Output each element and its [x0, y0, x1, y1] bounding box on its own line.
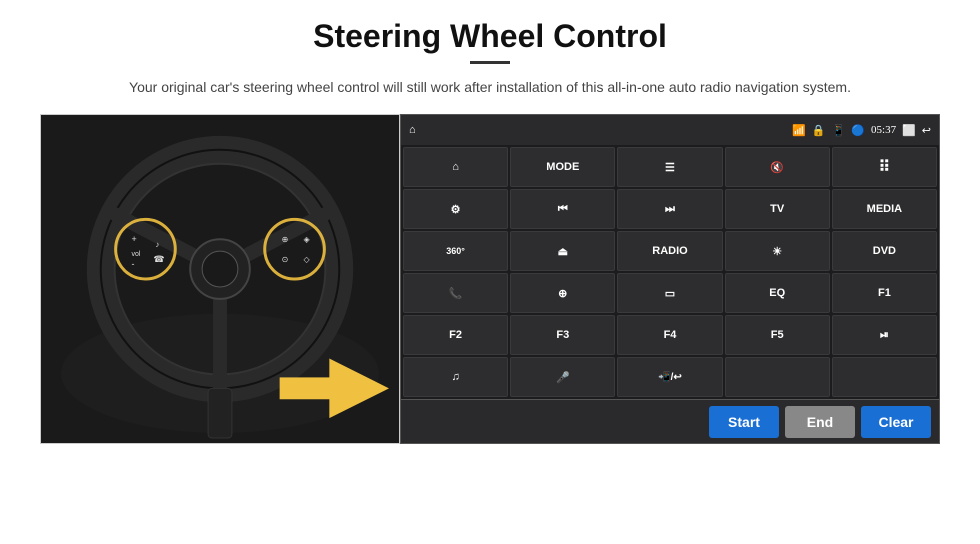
- phone-icon: 📞: [449, 287, 463, 300]
- page-title: Steering Wheel Control: [313, 18, 667, 55]
- cam360-icon: 360°: [446, 246, 465, 256]
- apps-icon: ⠿: [879, 157, 891, 177]
- eject-icon: ⏏: [558, 245, 568, 258]
- f3-button[interactable]: F3: [510, 315, 615, 355]
- svg-text:+: +: [132, 235, 137, 245]
- f1-button[interactable]: F1: [832, 273, 937, 313]
- settings-button[interactable]: ⚙: [403, 189, 508, 229]
- button-grid: ⌂ MODE ☰ 🔇 ⠿ ⚙ ⏮ ⏭ TV MEDIA 360° ⏏ RADIO…: [401, 145, 939, 399]
- apps-button[interactable]: ⠿: [832, 147, 937, 187]
- callhangup-icon: 📲/↩: [658, 372, 682, 383]
- status-bar: ⌂ 📶 🔒 📱 🔵 05:37 ⬜ ↩: [401, 115, 939, 145]
- time-display: 05:37: [871, 124, 896, 136]
- f4-button[interactable]: F4: [617, 315, 722, 355]
- clear-button[interactable]: Clear: [861, 406, 931, 438]
- lock-status-icon: 🔒: [812, 124, 826, 137]
- explore-icon: ⊕: [558, 287, 567, 300]
- list-icon: ☰: [665, 161, 675, 174]
- home-button[interactable]: ⌂: [403, 147, 508, 187]
- music-button[interactable]: ♫: [403, 357, 508, 397]
- brightness-icon: ☀: [772, 245, 782, 258]
- screen-icon2: ▭: [665, 287, 675, 300]
- home-icon: ⌂: [452, 161, 459, 173]
- mute-icon: 🔇: [770, 161, 784, 174]
- prev-button[interactable]: ⏮: [510, 189, 615, 229]
- list-button[interactable]: ☰: [617, 147, 722, 187]
- mic-button[interactable]: 🎤: [510, 357, 615, 397]
- screen-icon: ⬜: [902, 124, 916, 137]
- next-button[interactable]: ⏭: [617, 189, 722, 229]
- steering-wheel-svg: + vol ♪ - ☎ ⊕ ◈ ⊙ ◇: [41, 115, 399, 443]
- svg-text:◇: ◇: [303, 255, 310, 264]
- callhangup-button[interactable]: 📲/↩: [617, 357, 722, 397]
- empty-2: [832, 357, 937, 397]
- control-panel: ⌂ 📶 🔒 📱 🔵 05:37 ⬜ ↩ ⌂ MODE ☰ 🔇: [400, 114, 940, 444]
- eq-button[interactable]: EQ: [725, 273, 830, 313]
- wifi-status-icon: 📶: [792, 124, 806, 137]
- svg-text:vol: vol: [132, 252, 141, 259]
- action-bar: Start End Clear: [401, 399, 939, 443]
- sim-status-icon: 📱: [832, 124, 846, 137]
- brightness-button[interactable]: ☀: [725, 231, 830, 271]
- phone-button[interactable]: 📞: [403, 273, 508, 313]
- dvd-button[interactable]: DVD: [832, 231, 937, 271]
- next-icon: ⏭: [665, 203, 675, 216]
- page-wrapper: Steering Wheel Control Your original car…: [0, 0, 980, 544]
- f5-button[interactable]: F5: [725, 315, 830, 355]
- page-subtitle: Your original car's steering wheel contr…: [129, 76, 851, 98]
- settings-icon: ⚙: [451, 203, 461, 216]
- svg-text:-: -: [132, 259, 135, 269]
- radio-button[interactable]: RADIO: [617, 231, 722, 271]
- f2-button[interactable]: F2: [403, 315, 508, 355]
- svg-text:⊙: ⊙: [282, 255, 289, 264]
- empty-1: [725, 357, 830, 397]
- screen-button[interactable]: ▭: [617, 273, 722, 313]
- steering-wheel-image: + vol ♪ - ☎ ⊕ ◈ ⊙ ◇: [40, 114, 400, 444]
- mute-button[interactable]: 🔇: [725, 147, 830, 187]
- cam360-button[interactable]: 360°: [403, 231, 508, 271]
- tv-button[interactable]: TV: [725, 189, 830, 229]
- playpause-icon: ⏯: [880, 329, 889, 342]
- home-status-icon: ⌂: [409, 124, 416, 136]
- svg-text:☎: ☎: [153, 254, 164, 264]
- mode-button[interactable]: MODE: [510, 147, 615, 187]
- explore-button[interactable]: ⊕: [510, 273, 615, 313]
- end-button[interactable]: End: [785, 406, 855, 438]
- media-button[interactable]: MEDIA: [832, 189, 937, 229]
- status-right: 📶 🔒 📱 🔵 05:37 ⬜ ↩: [792, 124, 931, 137]
- mic-icon: 🎤: [556, 371, 570, 384]
- svg-text:⊕: ⊕: [282, 236, 289, 245]
- eject-button[interactable]: ⏏: [510, 231, 615, 271]
- svg-text:♪: ♪: [155, 241, 159, 250]
- status-left: ⌂: [409, 124, 416, 136]
- start-button[interactable]: Start: [709, 406, 779, 438]
- playpause-button[interactable]: ⏯: [832, 315, 937, 355]
- back-icon: ↩: [922, 124, 931, 137]
- bt-status-icon: 🔵: [851, 124, 865, 137]
- content-row: + vol ♪ - ☎ ⊕ ◈ ⊙ ◇: [40, 114, 940, 444]
- music-icon: ♫: [451, 371, 459, 383]
- svg-text:◈: ◈: [303, 236, 310, 245]
- title-divider: [470, 61, 510, 64]
- prev-icon: ⏮: [558, 203, 568, 216]
